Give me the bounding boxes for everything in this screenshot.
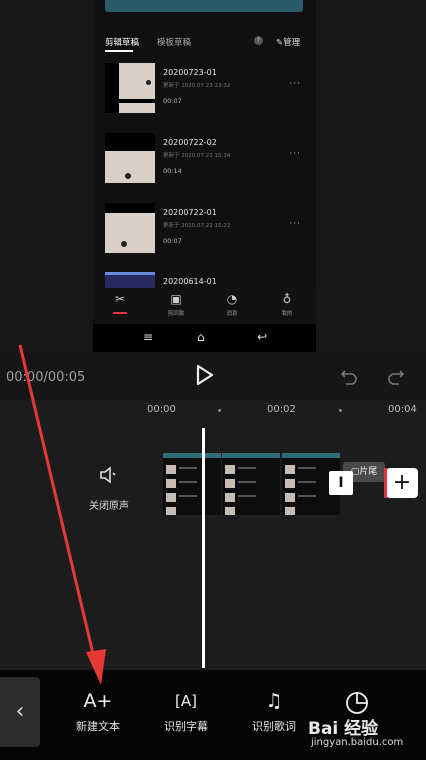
- draft-duration: 00:07: [163, 97, 182, 105]
- draft-thumbnail: [105, 63, 155, 113]
- draft-title: 20200723-01: [163, 68, 217, 77]
- watermark-url: jingyan.baidu.com: [311, 737, 404, 748]
- tab-drafts[interactable]: 剪辑草稿: [105, 36, 139, 48]
- nav-label: 我的: [281, 311, 293, 317]
- more-icon[interactable]: ···: [289, 219, 301, 229]
- nav-item-edit[interactable]: ✂: [102, 292, 138, 314]
- home-icon[interactable]: ⌂: [197, 330, 205, 344]
- draft-updated: 更新于 2020.07.22 15:34: [163, 153, 231, 159]
- back-icon[interactable]: ↩: [257, 330, 267, 344]
- play-icon: ▣: [170, 292, 182, 306]
- playhead[interactable]: [202, 428, 205, 668]
- draft-title: 20200722-02: [163, 138, 217, 147]
- undo-icon[interactable]: [339, 366, 359, 386]
- new-text-button[interactable]: A+ 新建文本: [60, 688, 136, 734]
- menu-icon[interactable]: ≡: [143, 330, 153, 344]
- play-button[interactable]: [194, 363, 216, 387]
- phone-banner: [105, 0, 303, 12]
- draft-title: 20200722-01: [163, 208, 217, 217]
- tool-label: 新建文本: [76, 720, 120, 733]
- time-tick: 00:00: [147, 404, 176, 415]
- draft-thumbnail: [105, 203, 155, 253]
- draft-duration: 00:07: [163, 237, 182, 245]
- new-text-icon: A+: [83, 690, 113, 712]
- nav-label: 消息: [226, 311, 238, 317]
- scissors-icon: ✂: [114, 292, 126, 306]
- draft-updated: 更新于 2020.07.23 23:32: [163, 83, 231, 89]
- annotation-arrow: [18, 344, 106, 685]
- subtitle-recognition-icon: [A]: [175, 692, 197, 710]
- phone-system-bar: ≡ ⌂ ↩: [93, 324, 316, 352]
- video-clip[interactable]: [163, 453, 221, 515]
- draft-item[interactable]: 20200614-01: [105, 272, 305, 288]
- lyrics-recognition-icon: ♫: [265, 690, 283, 712]
- chevron-left-icon: ‹: [15, 699, 25, 724]
- bell-icon: ◔: [226, 292, 238, 306]
- draft-thumbnail: [105, 133, 155, 183]
- draft-item[interactable]: 20200722-01 更新于 2020.07.22 15:22 00:07 ·…: [105, 203, 305, 263]
- trim-handle[interactable]: I: [329, 471, 353, 495]
- time-tick: 00:04: [388, 404, 417, 415]
- add-clip-button[interactable]: +: [386, 468, 418, 498]
- tab-templates[interactable]: 模板草稿: [157, 36, 191, 48]
- nav-label: 剪同款: [167, 311, 185, 317]
- back-button[interactable]: ‹: [0, 677, 40, 747]
- watermark-logo: Bai 经验: [308, 719, 379, 739]
- recognize-lyrics-button[interactable]: ♫ 识别歌词: [236, 688, 312, 734]
- draft-item[interactable]: 20200722-02 更新于 2020.07.22 15:34 00:14 ·…: [105, 133, 305, 193]
- draft-updated: 更新于 2020.07.22 15:22: [163, 223, 231, 229]
- help-icon[interactable]: ?: [254, 36, 263, 45]
- manage-label: 管理: [283, 38, 301, 48]
- ending-label: 片尾: [359, 467, 378, 477]
- tab-drafts-underline: [105, 50, 133, 52]
- phone-bottom-nav: ✂ ▣ 剪同款 ◔ 消息 ♁ 我的: [93, 288, 316, 324]
- manage-button[interactable]: ✎管理: [276, 36, 300, 48]
- more-icon[interactable]: ···: [289, 79, 301, 89]
- time-tick: 00:02: [267, 404, 296, 415]
- add-clip-accent: [384, 468, 387, 498]
- draft-thumbnail: [105, 272, 155, 288]
- person-icon: ♁: [282, 292, 292, 306]
- draft-title: 20200614-01: [163, 277, 217, 286]
- nav-item-messages[interactable]: ◔ 消息: [214, 292, 250, 317]
- nav-item-profile[interactable]: ♁ 我的: [269, 292, 305, 317]
- more-icon[interactable]: ···: [289, 149, 301, 159]
- draft-item[interactable]: 20200723-01 更新于 2020.07.23 23:32 00:07 ·…: [105, 63, 305, 123]
- tool-label: 识别歌词: [252, 720, 296, 733]
- nav-item-templates[interactable]: ▣ 剪同款: [158, 292, 194, 317]
- recognize-subtitles-button[interactable]: [A] 识别字幕: [148, 688, 224, 734]
- redo-icon[interactable]: [386, 366, 406, 386]
- draft-duration: 00:14: [163, 167, 182, 175]
- tool-label: 识别字幕: [164, 720, 208, 733]
- video-clip[interactable]: [222, 453, 280, 515]
- tick-dot: [339, 409, 342, 412]
- active-indicator: [113, 312, 127, 314]
- tick-dot: [218, 409, 221, 412]
